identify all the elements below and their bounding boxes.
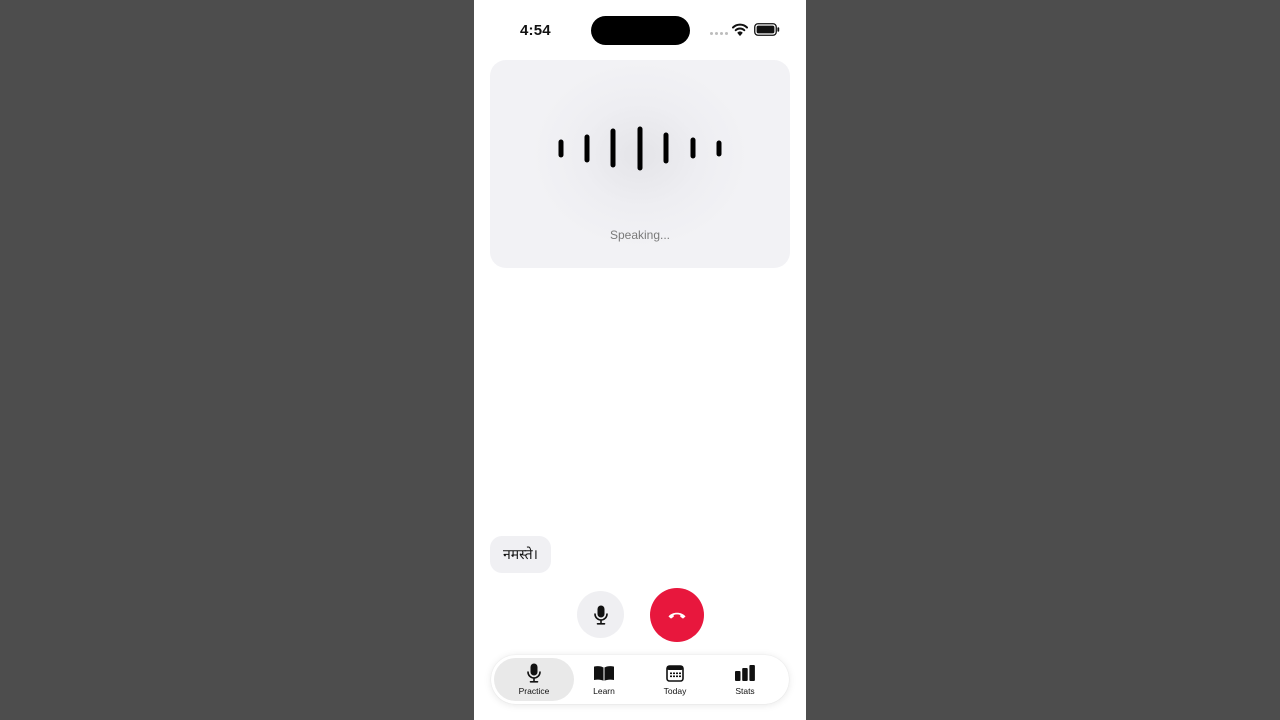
calendar-icon: [666, 664, 684, 682]
battery-icon: [754, 23, 780, 36]
cellular-signal-icon: [710, 32, 728, 35]
tab-stats[interactable]: Stats: [705, 658, 785, 701]
voice-visualizer-card: Speaking...: [490, 60, 790, 268]
tab-label: Learn: [593, 686, 615, 696]
microphone-icon: [593, 605, 608, 625]
dynamic-island: [591, 16, 690, 45]
tab-label: Stats: [735, 686, 755, 696]
tab-learn[interactable]: Learn: [564, 658, 644, 701]
tab-today[interactable]: Today: [635, 658, 715, 701]
voice-status-label: Speaking...: [609, 228, 671, 242]
audio-waveform: [558, 126, 722, 171]
status-time: 4:54: [520, 22, 551, 39]
tab-label: Today: [663, 686, 687, 696]
bar-chart-icon: [735, 665, 755, 681]
hang-up-icon: [668, 612, 686, 619]
microphone-icon: [527, 663, 541, 683]
wifi-icon: [732, 23, 748, 36]
tab-bar: Practice Learn Today Stats: [491, 655, 789, 704]
tab-practice[interactable]: Practice: [494, 658, 574, 701]
tab-label: Practice: [518, 686, 550, 696]
phone-screen: 4:54 Speaking... नमस्ते। Practice Learn …: [474, 0, 806, 720]
mute-microphone-button[interactable]: [577, 591, 624, 638]
end-call-button[interactable]: [650, 588, 704, 642]
book-icon: [594, 665, 614, 681]
message-bubble: नमस्ते।: [490, 536, 551, 573]
